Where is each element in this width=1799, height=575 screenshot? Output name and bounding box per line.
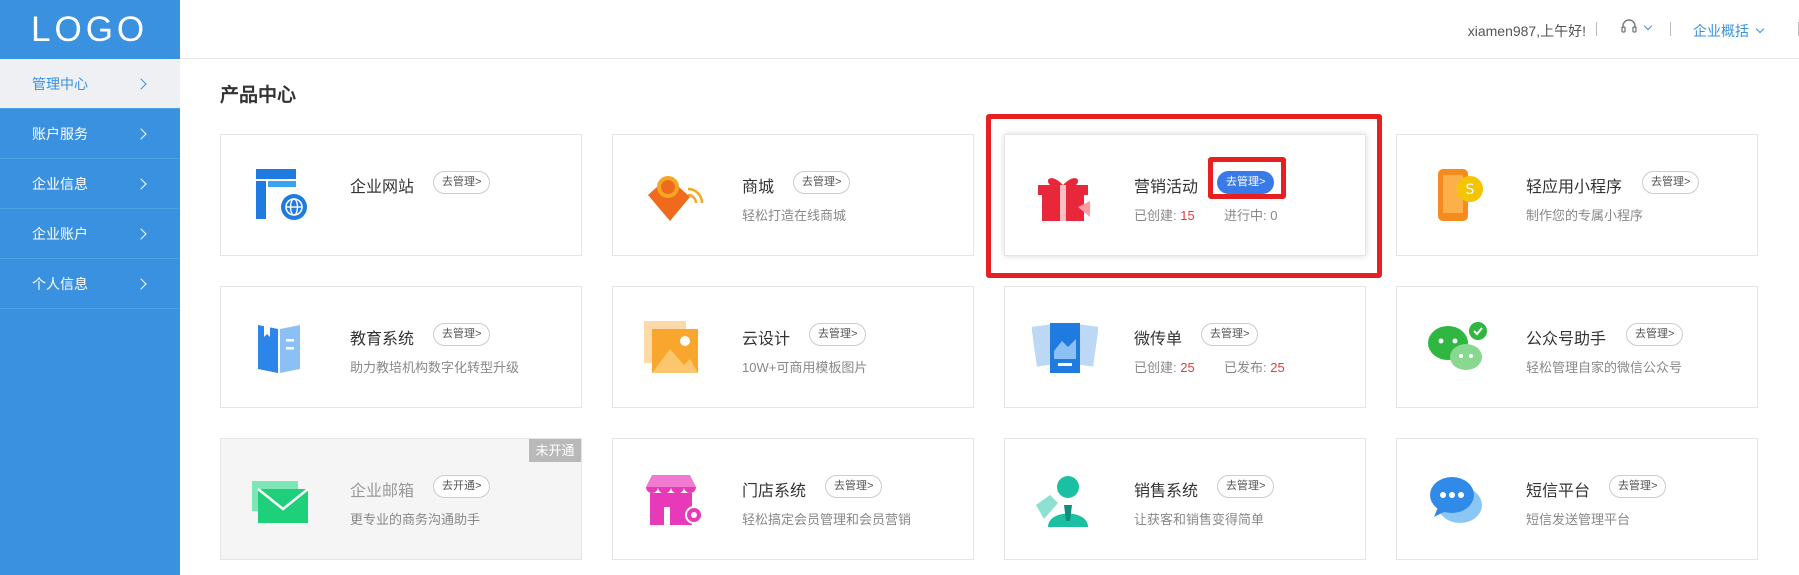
sidebar-item-company-account[interactable]: 企业账户	[0, 209, 180, 259]
sidebar-item-label: 企业账户	[32, 225, 88, 242]
shopping-tag-icon	[648, 176, 704, 221]
card-title: 企业邮箱	[350, 483, 415, 500]
product-card-sms[interactable]: 短信平台 去管理> 短信发送管理平台	[1396, 438, 1758, 560]
status-badge: 未开通	[529, 439, 581, 462]
logo: LOGO	[31, 9, 149, 49]
activate-button[interactable]: 去开通>	[433, 475, 491, 498]
card-title: 商城	[742, 179, 775, 196]
chevron-right-icon	[135, 177, 147, 190]
card-description: 10W+可商用模板图片	[742, 360, 868, 375]
chevron-right-icon	[135, 277, 147, 290]
card-title: 公众号助手	[1526, 331, 1607, 348]
top-header: xiamen987,上午好! 企业概括	[180, 0, 1799, 59]
product-card-education[interactable]: 教育系统 去管理> 助力教培机构数字化转型升级	[220, 286, 582, 408]
manage-button[interactable]: 去管理>	[1609, 475, 1667, 498]
miniprogram-phone-icon: S	[1438, 169, 1483, 221]
product-card-official-account[interactable]: 公众号助手 去管理> 轻松管理自家的微信公众号	[1396, 286, 1758, 408]
page-title: 产品中心	[220, 85, 297, 106]
product-card-flyer[interactable]: 微传单 去管理> 已创建: 25 已发布: 25	[1004, 286, 1366, 408]
card-description: 轻松管理自家的微信公众号	[1526, 360, 1683, 375]
book-icon	[258, 325, 300, 373]
salesperson-icon	[1036, 476, 1088, 527]
card-title: 教育系统	[350, 331, 415, 348]
manage-button[interactable]: 去管理>	[1626, 323, 1684, 346]
overview-menu[interactable]: 企业概括	[1693, 21, 1765, 41]
chat-bubble-icon	[1430, 477, 1482, 523]
manage-button[interactable]: 去管理>	[1201, 323, 1259, 346]
sidebar-item-label: 管理中心	[32, 75, 88, 92]
mail-icon	[252, 481, 309, 523]
overview-label: 企业概括	[1693, 23, 1749, 39]
manage-button[interactable]: 去管理>	[433, 323, 491, 346]
user-greeting: xiamen987,上午好!	[1467, 23, 1586, 39]
manage-button[interactable]: 去管理>	[1642, 171, 1700, 194]
chevron-down-icon	[1755, 24, 1765, 34]
support-menu[interactable]	[1620, 18, 1653, 36]
chevron-down-icon	[1643, 21, 1653, 30]
card-description: 更专业的商务沟通助手	[350, 512, 481, 527]
website-icon	[256, 169, 307, 220]
product-card-miniprogram[interactable]: S 轻应用小程序 去管理> 制作您的专属小程序	[1396, 134, 1758, 256]
image-template-icon	[644, 321, 698, 373]
svg-text:S: S	[1466, 182, 1475, 198]
highlight-box-button	[1208, 157, 1286, 199]
sidebar-item-label: 个人信息	[32, 275, 88, 292]
app: LOGO 管理中心 账户服务 企业信息 企业账户 个人信息 xiamen987,…	[0, 0, 1799, 575]
card-title: 云设计	[742, 331, 791, 348]
card-description: 短信发送管理平台	[1526, 512, 1631, 527]
created-count: 25	[1180, 360, 1195, 375]
card-description: 制作您的专属小程序	[1526, 208, 1644, 223]
chevron-right-icon	[135, 227, 147, 240]
created-label: 已创建:	[1134, 360, 1177, 375]
headset-icon	[1621, 19, 1637, 33]
manage-button[interactable]: 去管理>	[825, 475, 883, 498]
divider	[1596, 22, 1597, 36]
chevron-right-icon	[135, 127, 147, 140]
published-count: 25	[1270, 360, 1285, 375]
manage-button[interactable]: 去管理>	[793, 171, 851, 194]
card-stats: 已创建: 25 已发布: 25	[1134, 357, 1285, 376]
product-card-website[interactable]: 企业网站 去管理>	[220, 134, 582, 256]
card-title: 销售系统	[1134, 483, 1199, 500]
card-description: 轻松打造在线商城	[742, 208, 847, 223]
product-card-store[interactable]: 门店系统 去管理> 轻松搞定会员管理和会员营销	[612, 438, 974, 560]
flyer-icon	[1032, 323, 1098, 373]
manage-button[interactable]: 去管理>	[809, 323, 867, 346]
manage-button[interactable]: 去管理>	[1217, 475, 1275, 498]
card-title: 轻应用小程序	[1526, 179, 1623, 196]
published-label: 已发布:	[1223, 360, 1267, 375]
chevron-right-icon	[135, 77, 147, 90]
divider	[1670, 22, 1671, 36]
sidebar-item-label: 账户服务	[32, 125, 88, 142]
highlight-box-card	[986, 114, 1382, 278]
card-description: 轻松搞定会员管理和会员营销	[742, 512, 912, 527]
product-card-sales[interactable]: 销售系统 去管理> 让获客和销售变得简单	[1004, 438, 1366, 560]
card-title: 短信平台	[1526, 483, 1591, 500]
product-card-mall[interactable]: 商城 去管理> 轻松打造在线商城	[612, 134, 974, 256]
card-title: 门店系统	[742, 483, 807, 500]
wechat-icon	[1428, 322, 1487, 370]
manage-button[interactable]: 去管理>	[433, 171, 491, 194]
card-description: 让获客和销售变得简单	[1134, 512, 1265, 527]
sidebar-item-company-info[interactable]: 企业信息	[0, 159, 180, 209]
store-icon	[646, 475, 703, 525]
card-description: 助力教培机构数字化转型升级	[350, 360, 520, 375]
sidebar-item-label: 企业信息	[32, 175, 88, 192]
card-title: 微传单	[1134, 331, 1183, 348]
card-title: 企业网站	[350, 179, 415, 196]
product-card-email[interactable]: 企业邮箱 去开通> 更专业的商务沟通助手 未开通	[220, 438, 582, 560]
sidebar-item-account-service[interactable]: 账户服务	[0, 109, 180, 159]
sidebar-item-management-center[interactable]: 管理中心	[0, 59, 180, 109]
sidebar-item-personal-info[interactable]: 个人信息	[0, 259, 180, 309]
sidebar: LOGO 管理中心 账户服务 企业信息 企业账户 个人信息	[0, 0, 180, 575]
product-card-cloud-design[interactable]: 云设计 去管理> 10W+可商用模板图片	[612, 286, 974, 408]
